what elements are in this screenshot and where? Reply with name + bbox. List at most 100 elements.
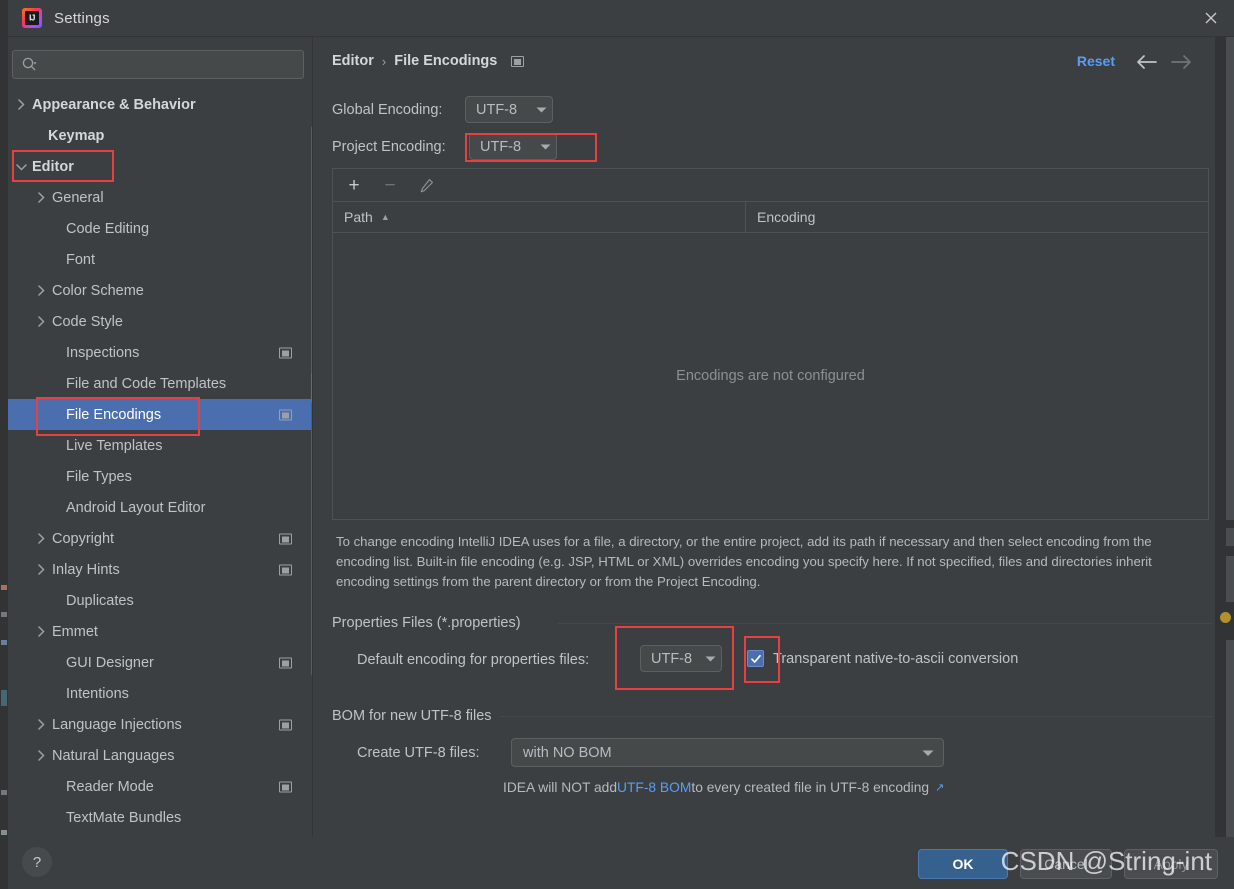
sidebar-item-label: Editor — [32, 158, 74, 175]
sidebar-item-textmate-bundles[interactable]: TextMate Bundles — [8, 802, 312, 833]
create-utf8-files-label: Create UTF-8 files: — [357, 745, 480, 761]
sidebar-item-gui-designer[interactable]: GUI Designer — [8, 647, 312, 678]
sidebar-item-label: Font — [66, 251, 96, 268]
sidebar-item-label: Duplicates — [66, 592, 134, 609]
sidebar-item-label: TextMate Bundles — [66, 809, 182, 826]
sidebar-item-color-scheme[interactable]: Color Scheme — [8, 275, 312, 306]
sidebar-item-label: Code Editing — [66, 220, 150, 237]
chevron-right-icon[interactable] — [34, 315, 48, 329]
empty-state-message: Encodings are not configured — [676, 367, 865, 384]
sidebar-item-language-injections[interactable]: Language Injections — [8, 709, 312, 740]
transparent-conversion-checkbox-row[interactable]: Transparent native-to-ascii conversion — [747, 650, 1018, 667]
sidebar-item-inspections[interactable]: Inspections — [8, 337, 312, 368]
remove-icon: − — [384, 174, 396, 196]
external-link-icon[interactable]: ↗ — [935, 781, 944, 794]
sidebar-item-label: Color Scheme — [52, 282, 144, 299]
chevron-right-icon[interactable] — [34, 625, 48, 639]
utf8-bom-link[interactable]: UTF-8 BOM — [617, 780, 691, 795]
search-input[interactable] — [38, 56, 303, 73]
search-field[interactable] — [12, 50, 304, 79]
bom-hint-suffix: to every created file in UTF-8 encoding — [691, 780, 930, 795]
chevron-right-icon[interactable] — [34, 284, 48, 298]
sidebar-item-duplicates[interactable]: Duplicates — [8, 585, 312, 616]
sidebar-item-file-types[interactable]: File Types — [8, 461, 312, 492]
table-toolbar: + − — [333, 169, 1208, 202]
transparent-conversion-checkbox[interactable] — [747, 650, 764, 667]
global-encoding-label: Global Encoding: — [332, 102, 443, 118]
settings-dialog: IJ Settings Appearance & Behavior Keymap E… — [0, 0, 1234, 889]
breadcrumb: Editor › File Encodings — [332, 53, 525, 69]
chevron-right-icon[interactable] — [34, 718, 48, 732]
sidebar-item-natural-languages[interactable]: Natural Languages — [8, 740, 312, 771]
ide-backdrop-left — [0, 0, 8, 889]
sidebar-item-label: File and Code Templates — [66, 375, 227, 392]
sort-ascending-icon: ▲ — [380, 211, 390, 222]
default-properties-encoding-label: Default encoding for properties files: — [357, 652, 590, 668]
sidebar-item-keymap[interactable]: Keymap — [8, 120, 312, 151]
forward-arrow-icon[interactable] — [1169, 49, 1195, 75]
sidebar-item-file-and-code-templates[interactable]: File and Code Templates — [8, 368, 312, 399]
bom-mode-combo[interactable]: with NO BOM — [511, 738, 944, 767]
chevron-down-icon — [913, 749, 943, 757]
chevron-right-icon[interactable] — [34, 191, 48, 205]
config-badge-icon — [279, 564, 292, 575]
intellij-logo-icon: IJ — [22, 8, 42, 28]
sidebar-item-code-editing[interactable]: Code Editing — [8, 213, 312, 244]
edit-pencil-icon — [417, 176, 435, 194]
global-encoding-combo[interactable]: UTF-8 — [465, 96, 553, 123]
chevron-down-icon — [534, 143, 556, 151]
sidebar-item-appearance-behavior[interactable]: Appearance & Behavior — [8, 89, 312, 120]
project-encoding-label: Project Encoding: — [332, 139, 446, 155]
project-encoding-value: UTF-8 — [480, 138, 522, 155]
sidebar-item-label: Copyright — [52, 530, 115, 547]
settings-tree: Appearance & Behavior Keymap Editor General… — [8, 89, 312, 837]
sidebar-item-label: General — [52, 189, 104, 206]
add-icon[interactable]: + — [345, 176, 363, 195]
sidebar-item-copyright[interactable]: Copyright — [8, 523, 312, 554]
sidebar-item-label: GUI Designer — [66, 654, 154, 671]
encodings-description: To change encoding IntelliJ IDEA uses fo… — [336, 534, 1152, 589]
sidebar-item-label: Inspections — [66, 344, 140, 361]
column-header-path[interactable]: Path ▲ — [333, 201, 745, 232]
breadcrumb-parent[interactable]: Editor — [332, 53, 374, 69]
config-badge-icon — [279, 409, 292, 420]
chevron-down-icon — [530, 106, 552, 114]
sidebar-item-label: File Types — [66, 468, 132, 485]
column-header-encoding[interactable]: Encoding — [746, 209, 815, 225]
properties-encoding-value: UTF-8 — [651, 650, 693, 667]
sidebar-item-intentions[interactable]: Intentions — [8, 678, 312, 709]
chevron-down-icon — [699, 655, 721, 663]
sidebar-item-live-templates[interactable]: Live Templates — [8, 430, 312, 461]
sidebar-item-inlay-hints[interactable]: Inlay Hints — [8, 554, 312, 585]
apply-button[interactable]: Apply — [1124, 849, 1218, 879]
ok-button[interactable]: OK — [918, 849, 1008, 879]
chevron-down-icon[interactable] — [14, 160, 28, 174]
sidebar-item-font[interactable]: Font — [8, 244, 312, 275]
chevron-right-icon[interactable] — [34, 532, 48, 546]
project-encoding-combo[interactable]: UTF-8 — [469, 133, 557, 160]
sidebar-item-editor[interactable]: Editor — [8, 151, 312, 182]
sidebar-item-reader-mode[interactable]: Reader Mode — [8, 771, 312, 802]
config-badge-icon — [279, 781, 292, 792]
properties-encoding-combo[interactable]: UTF-8 — [640, 645, 722, 672]
reset-link[interactable]: Reset — [1077, 53, 1115, 69]
sidebar-item-file-encodings[interactable]: File Encodings — [8, 399, 312, 430]
chevron-right-icon[interactable] — [34, 749, 48, 763]
help-button[interactable]: ? — [22, 847, 52, 877]
close-icon[interactable] — [1188, 0, 1234, 36]
sidebar-item-general[interactable]: General — [8, 182, 312, 213]
sidebar-item-android-layout-editor[interactable]: Android Layout Editor — [8, 492, 312, 523]
table-body: Encodings are not configured — [333, 232, 1208, 519]
window-title: Settings — [54, 9, 110, 27]
search-icon — [21, 56, 38, 73]
sidebar-item-emmet[interactable]: Emmet — [8, 616, 312, 647]
sidebar-item-label: Reader Mode — [66, 778, 154, 795]
chevron-right-icon[interactable] — [34, 563, 48, 577]
bom-group-line — [480, 716, 1213, 717]
chevron-right-icon[interactable] — [14, 98, 28, 112]
back-arrow-icon[interactable] — [1133, 49, 1159, 75]
sidebar-item-code-style[interactable]: Code Style — [8, 306, 312, 337]
sidebar-item-label: File Encodings — [66, 406, 162, 423]
sidebar-item-label: Intentions — [66, 685, 129, 702]
cancel-button[interactable]: Cancel — [1020, 849, 1112, 879]
